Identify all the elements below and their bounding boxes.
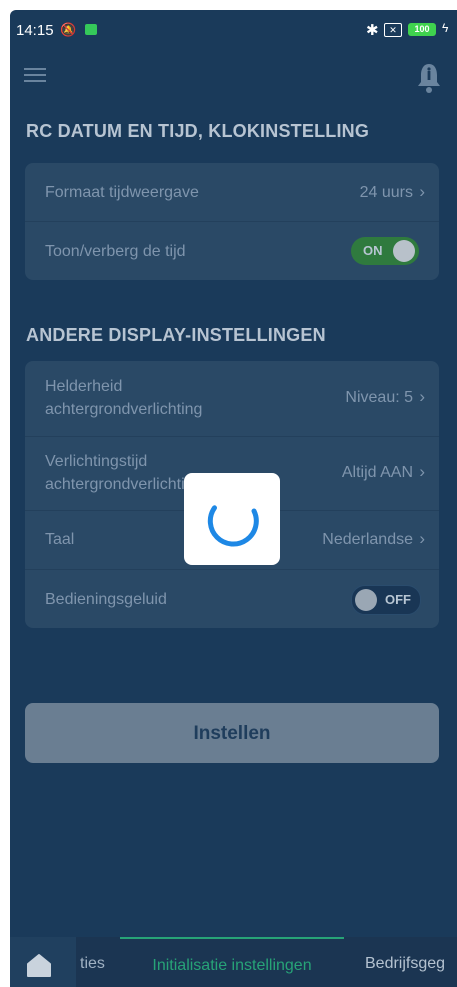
row-value: Altijd AAN — [341, 464, 413, 481]
row-label: Bedieningsgeluid — [45, 591, 167, 608]
show-time-toggle[interactable]: ON — [351, 237, 419, 265]
section-title-clock: RC DATUM EN TIJD, KLOKINSTELLING — [26, 121, 370, 141]
toggle-knob — [355, 589, 377, 611]
row-label: Toon/verberg de tijd — [45, 243, 186, 260]
signal-icon: ✕ — [384, 23, 402, 37]
chevron-right-icon: › — [419, 182, 425, 201]
row-time-format[interactable]: Formaat tijdweergave 24 uurs › — [25, 163, 439, 222]
spinner-icon — [207, 505, 259, 547]
row-value: 24 uurs — [359, 184, 413, 201]
toggle-knob — [393, 240, 415, 262]
row-label: Taal — [45, 531, 75, 548]
row-show-time: Toon/verberg de tijd ON — [25, 221, 439, 280]
row-backlight-brightness[interactable]: Helderheid achtergrondverlichting Niveau… — [25, 361, 439, 437]
status-time: 14:15 — [16, 22, 54, 39]
bluetooth-icon: ✱ — [366, 22, 379, 39]
apply-button[interactable]: Instellen — [25, 703, 439, 763]
row-label-line2: achtergrondverlichting — [45, 401, 203, 418]
battery-icon: 100 — [408, 23, 436, 36]
nav-tab-company-data[interactable]: Bedrijfsgeg — [365, 937, 445, 987]
toggle-label: ON — [363, 243, 383, 258]
row-label: Formaat tijdweergave — [45, 184, 199, 201]
app-notification-icon — [85, 24, 97, 35]
nav-tab-initial-settings[interactable]: Initialisatie instellingen — [120, 937, 344, 987]
bell-icon[interactable] — [415, 62, 443, 94]
hamburger-icon[interactable] — [24, 68, 46, 84]
mute-icon: 🔕 — [60, 22, 77, 37]
section-title-display: ANDERE DISPLAY-INSTELLINGEN — [26, 325, 326, 345]
nav-tab-previous[interactable]: ties — [80, 937, 105, 987]
row-value: Niveau: 5 — [345, 389, 413, 406]
row-label-line2: achtergrondverlichting — [45, 476, 203, 493]
row-label-line1: Verlichtingstijd — [45, 453, 148, 470]
status-bar: 14:15 🔕 ✱ ✕ 100 ϟ — [10, 10, 457, 50]
charging-icon: ϟ — [442, 21, 449, 35]
operation-sound-toggle[interactable]: OFF — [351, 585, 421, 615]
chevron-right-icon: › — [419, 387, 425, 406]
bottom-navigation: ties Initialisatie instellingen Bedrijfs… — [10, 937, 457, 987]
row-operation-sound: Bedieningsgeluid OFF — [25, 569, 439, 628]
chevron-right-icon: › — [419, 529, 425, 548]
nav-home-button[interactable] — [10, 937, 76, 987]
clock-settings-card: Formaat tijdweergave 24 uurs › Toon/verb… — [25, 163, 439, 280]
row-label-line1: Helderheid — [45, 378, 123, 395]
app-screen: 14:15 🔕 ✱ ✕ 100 ϟ RC DATUM EN TIJD, KLOK… — [10, 10, 457, 987]
home-icon — [27, 954, 51, 977]
loading-dialog — [184, 473, 280, 565]
toggle-label: OFF — [385, 592, 411, 607]
row-value: Nederlandse — [322, 531, 413, 548]
chevron-right-icon: › — [419, 462, 425, 481]
